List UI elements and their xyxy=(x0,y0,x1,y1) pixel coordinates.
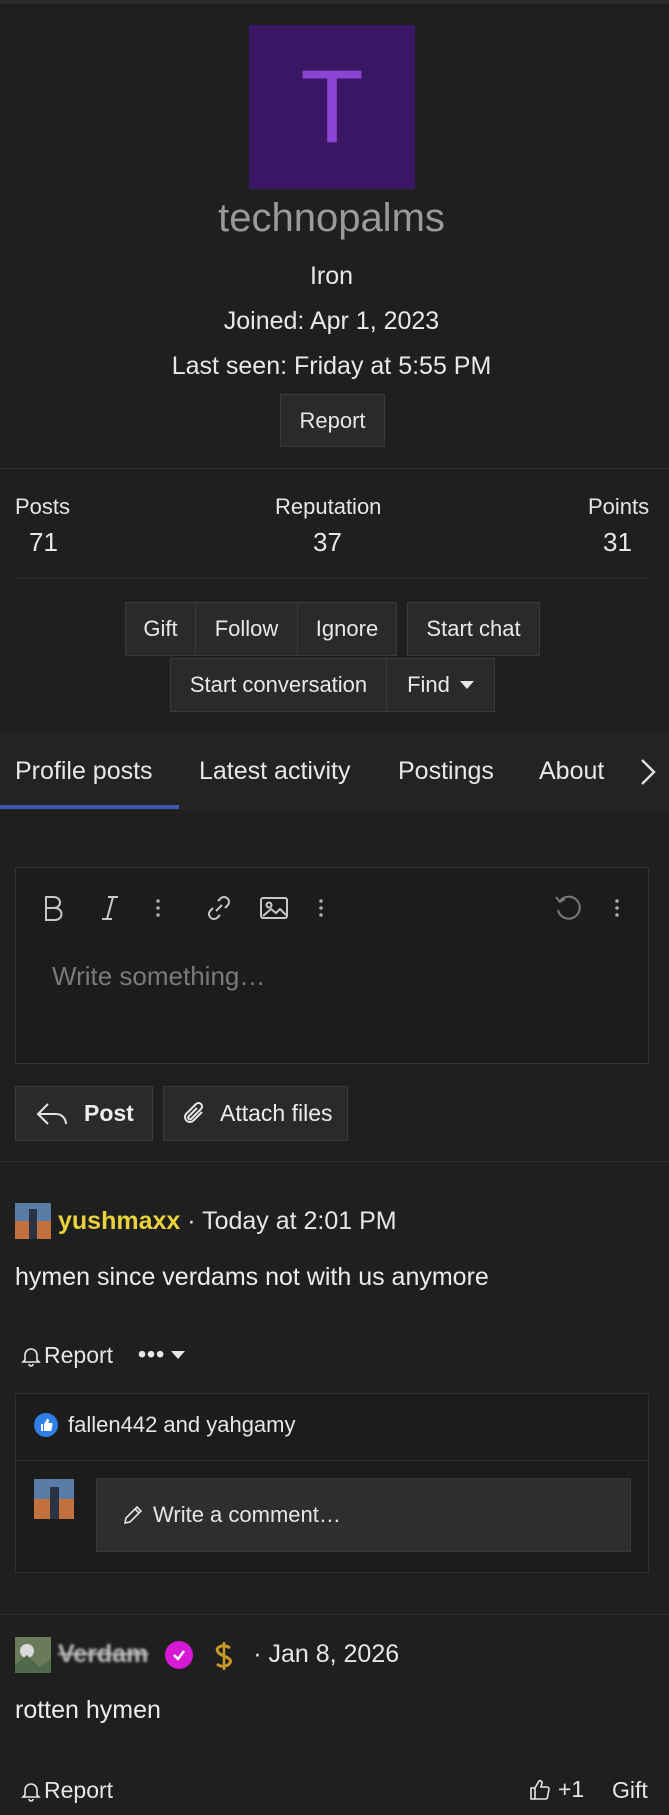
comment-input[interactable]: Write a comment… xyxy=(96,1478,631,1552)
chevron-down-icon xyxy=(459,681,474,689)
link-icon[interactable] xyxy=(204,893,234,923)
stat-reputation-value[interactable]: 37 xyxy=(313,527,342,558)
undo-icon[interactable] xyxy=(553,893,583,923)
post-body: hymen since verdams not with us anymore xyxy=(15,1263,489,1291)
start-chat-button[interactable]: Start chat xyxy=(407,602,540,656)
active-tab-indicator xyxy=(0,805,179,809)
divider xyxy=(15,578,649,579)
divider xyxy=(0,468,669,469)
post-body: rotten hymen xyxy=(15,1696,161,1724)
more-dots: ••• xyxy=(138,1341,166,1367)
bold-icon[interactable] xyxy=(42,894,64,922)
like-count: +1 xyxy=(558,1776,585,1802)
post-author[interactable]: Verdam xyxy=(58,1640,148,1668)
more-insert-icon[interactable] xyxy=(318,898,324,918)
profile-tabs: Profile posts Latest activity Postings A… xyxy=(0,733,669,810)
post-report-button[interactable]: Report xyxy=(20,1777,113,1804)
chevron-right-icon[interactable] xyxy=(638,757,658,787)
top-border xyxy=(0,0,669,4)
stat-posts-label: Posts xyxy=(15,494,71,519)
bell-icon xyxy=(21,1347,41,1367)
attach-files-button[interactable]: Attach files xyxy=(163,1086,348,1141)
user-photo xyxy=(34,1479,74,1519)
italic-icon[interactable] xyxy=(100,894,120,922)
gift-button[interactable]: Gift xyxy=(125,602,196,656)
gift-post-button[interactable]: Gift xyxy=(612,1777,648,1804)
post-report-label: Report xyxy=(44,1777,114,1803)
attach-files-label: Attach files xyxy=(220,1100,333,1126)
reply-icon xyxy=(36,1102,67,1125)
thumbs-up-icon xyxy=(530,1779,550,1800)
tab-postings[interactable]: Postings xyxy=(398,757,494,786)
divider xyxy=(0,1614,669,1615)
post-author[interactable]: yushmaxx xyxy=(58,1207,180,1235)
comment-placeholder: Write a comment… xyxy=(153,1502,341,1527)
thumbs-up-icon xyxy=(34,1413,58,1437)
reaction-summary[interactable]: fallen442 and yahgamy xyxy=(34,1412,296,1438)
profile-rank: Iron xyxy=(309,262,354,290)
paperclip-icon xyxy=(184,1101,204,1123)
user-photo xyxy=(15,1637,51,1673)
dollar-badge-icon xyxy=(210,1641,238,1671)
avatar[interactable] xyxy=(15,1637,51,1673)
report-profile-button[interactable]: Report xyxy=(280,394,385,447)
post-meta: Verdam · Jan 8, 2026 xyxy=(58,1640,399,1671)
image-icon[interactable] xyxy=(259,895,289,921)
avatar-letter: T xyxy=(300,48,364,165)
find-label: Find xyxy=(407,672,450,697)
profile-joined: Joined: Apr 1, 2023 xyxy=(223,307,440,335)
post-button[interactable]: Post xyxy=(15,1086,153,1141)
editor-menu-icon[interactable] xyxy=(614,898,620,918)
stat-posts-value[interactable]: 71 xyxy=(29,527,58,558)
post-more-menu[interactable]: ••• xyxy=(138,1341,186,1368)
bell-icon xyxy=(21,1782,41,1802)
profile-avatar[interactable]: T xyxy=(249,25,415,189)
divider xyxy=(16,1460,648,1461)
ignore-button[interactable]: Ignore xyxy=(297,602,397,656)
stat-points-value[interactable]: 31 xyxy=(603,527,632,558)
divider xyxy=(0,1161,669,1162)
pencil-icon xyxy=(123,1505,143,1525)
post-time[interactable]: · Today at 2:01 PM xyxy=(187,1207,396,1235)
avatar xyxy=(34,1479,74,1519)
follow-button[interactable]: Follow xyxy=(195,602,298,656)
post-report-button[interactable]: Report xyxy=(20,1342,113,1369)
tab-latest-activity[interactable]: Latest activity xyxy=(199,757,350,786)
reaction-users: fallen442 and yahgamy xyxy=(68,1412,296,1437)
user-photo xyxy=(15,1203,51,1239)
post-editor[interactable]: Write something… xyxy=(15,867,649,1064)
tab-about[interactable]: About xyxy=(539,757,604,786)
start-conversation-button[interactable]: Start conversation xyxy=(170,658,387,712)
find-dropdown-button[interactable]: Find xyxy=(386,658,495,712)
verified-badge-icon xyxy=(165,1641,194,1670)
post-button-label: Post xyxy=(84,1100,134,1126)
stat-points-label: Points xyxy=(588,494,650,519)
tab-profile-posts[interactable]: Profile posts xyxy=(15,757,153,786)
avatar[interactable] xyxy=(15,1203,51,1239)
like-button[interactable]: +1 xyxy=(528,1776,584,1803)
post-report-label: Report xyxy=(44,1342,114,1368)
more-options-icon[interactable] xyxy=(155,898,161,918)
editor-placeholder: Write something… xyxy=(52,961,266,991)
post-meta: yushmaxx · Today at 2:01 PM xyxy=(58,1207,397,1236)
profile-last-seen: Last seen: Friday at 5:55 PM xyxy=(171,352,492,380)
chevron-down-icon xyxy=(171,1350,186,1359)
post-time[interactable]: · Jan 8, 2026 xyxy=(253,1640,399,1668)
reactions-comment-box: fallen442 and yahgamy Write a comment… xyxy=(15,1393,649,1573)
stat-reputation-label: Reputation xyxy=(275,494,382,519)
profile-username: technopalms xyxy=(218,196,445,240)
